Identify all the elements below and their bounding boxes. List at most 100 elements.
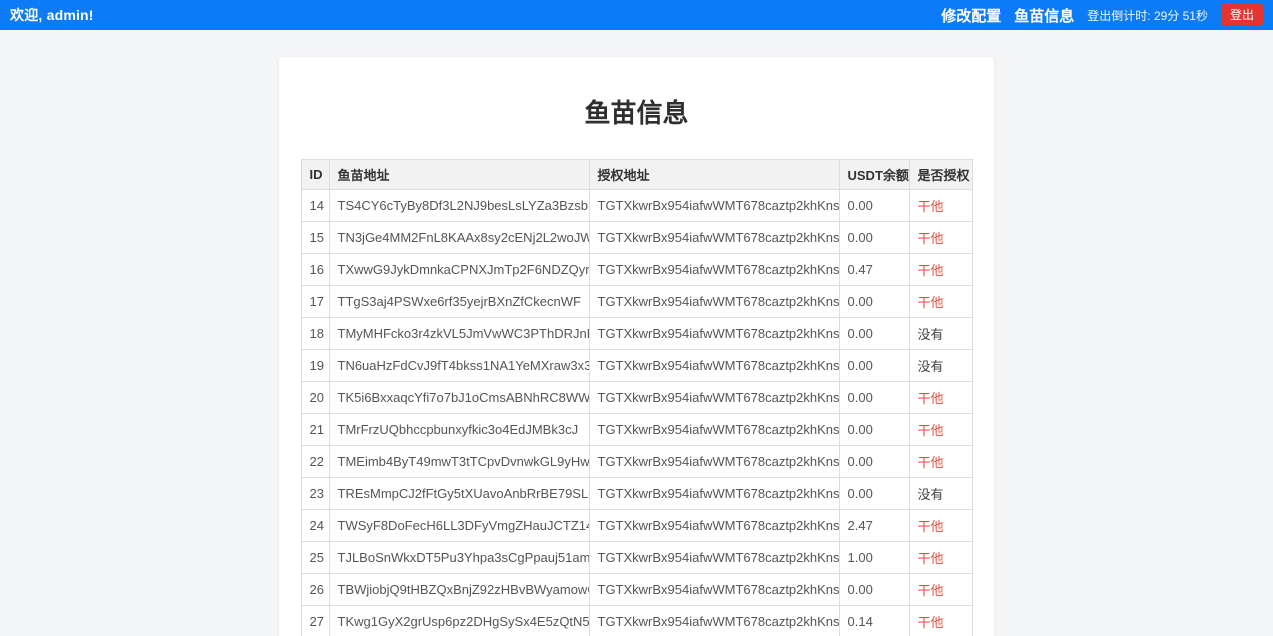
- cell-address: TREsMmpCJ2fFtGy5tXUavoAnbRrBE79SLq: [329, 478, 589, 510]
- table-row: 21 TMrFrzUQbhccpbunxyfkic3o4EdJMBk3cJ TG…: [301, 414, 972, 446]
- cell-auth-address: TGTXkwrBx954iafwWMT678caztp2khKnsM: [589, 478, 839, 510]
- cell-auth-address: TGTXkwrBx954iafwWMT678caztp2khKnsM: [589, 190, 839, 222]
- nav-link-modify-config[interactable]: 修改配置: [941, 5, 1001, 26]
- cell-address: TBWjiobjQ9tHBZQxBnjZ92zHBvBWyamowC: [329, 574, 589, 606]
- cell-id: 26: [301, 574, 329, 606]
- cell-address: TKwg1GyX2grUsp6pz2DHgSySx4E5zQtN51: [329, 606, 589, 636]
- cell-address: TN6uaHzFdCvJ9fT4bkss1NA1YeMXraw3x3: [329, 350, 589, 382]
- cell-address: TN3jGe4MM2FnL8KAAx8sy2cENj2L2woJWS: [329, 222, 589, 254]
- cell-auth-address: TGTXkwrBx954iafwWMT678caztp2khKnsM: [589, 382, 839, 414]
- cell-auth-address: TGTXkwrBx954iafwWMT678caztp2khKnsM: [589, 414, 839, 446]
- cell-auth-address: TGTXkwrBx954iafwWMT678caztp2khKnsM: [589, 606, 839, 636]
- cell-balance: 0.00: [839, 478, 909, 510]
- navbar-right-group: 修改配置 鱼苗信息 登出倒计时: 29分 51秒 登出: [941, 4, 1263, 26]
- table-row: 16 TXwwG9JykDmnkaCPNXJmTp2F6NDZQymsm9 TG…: [301, 254, 972, 286]
- table-row: 15 TN3jGe4MM2FnL8KAAx8sy2cENj2L2woJWS TG…: [301, 222, 972, 254]
- logout-countdown-value: 29分 51秒: [1154, 9, 1208, 23]
- cell-id: 17: [301, 286, 329, 318]
- cell-auth-address: TGTXkwrBx954iafwWMT678caztp2khKnsM: [589, 222, 839, 254]
- cell-address: TS4CY6cTyBy8Df3L2NJ9besLsLYZa3Bzsb: [329, 190, 589, 222]
- cell-id: 21: [301, 414, 329, 446]
- cell-auth-address: TGTXkwrBx954iafwWMT678caztp2khKnsM: [589, 318, 839, 350]
- cell-action: 没有: [909, 350, 972, 382]
- cell-auth-address: TGTXkwrBx954iafwWMT678caztp2khKnsM: [589, 254, 839, 286]
- welcome-text: 欢迎, admin!: [10, 5, 94, 25]
- action-link[interactable]: 干他: [918, 263, 944, 278]
- cell-address: TMyMHFcko3r4zkVL5JmVwWC3PThDRJnDMa: [329, 318, 589, 350]
- top-navbar: 欢迎, admin! 修改配置 鱼苗信息 登出倒计时: 29分 51秒 登出: [0, 0, 1273, 30]
- cell-balance: 0.47: [839, 254, 909, 286]
- table-row: 19 TN6uaHzFdCvJ9fT4bkss1NA1YeMXraw3x3 TG…: [301, 350, 972, 382]
- table-row: 14 TS4CY6cTyBy8Df3L2NJ9besLsLYZa3Bzsb TG…: [301, 190, 972, 222]
- cell-balance: 0.00: [839, 286, 909, 318]
- action-link[interactable]: 干他: [918, 231, 944, 246]
- nav-link-fry-info[interactable]: 鱼苗信息: [1014, 5, 1074, 26]
- cell-action: 干他: [909, 606, 972, 636]
- action-link[interactable]: 干他: [918, 199, 944, 214]
- cell-action: 干他: [909, 222, 972, 254]
- cell-action: 干他: [909, 382, 972, 414]
- cell-action: 干他: [909, 414, 972, 446]
- cell-id: 22: [301, 446, 329, 478]
- table-row: 25 TJLBoSnWkxDT5Pu3Yhpa3sCgPpauj51amf TG…: [301, 542, 972, 574]
- cell-balance: 1.00: [839, 542, 909, 574]
- action-link[interactable]: 干他: [918, 423, 944, 438]
- cell-auth-address: TGTXkwrBx954iafwWMT678caztp2khKnsM: [589, 542, 839, 574]
- cell-id: 15: [301, 222, 329, 254]
- cell-address: TTgS3aj4PSWxe6rf35yejrBXnZfCkecnWF: [329, 286, 589, 318]
- cell-id: 24: [301, 510, 329, 542]
- cell-balance: 0.00: [839, 446, 909, 478]
- cell-id: 20: [301, 382, 329, 414]
- col-header-id: ID: [301, 160, 329, 190]
- logout-countdown-label: 登出倒计时:: [1087, 9, 1150, 23]
- col-header-usdt-balance: USDT余额: [839, 160, 909, 190]
- table-row: 18 TMyMHFcko3r4zkVL5JmVwWC3PThDRJnDMa TG…: [301, 318, 972, 350]
- cell-auth-address: TGTXkwrBx954iafwWMT678caztp2khKnsM: [589, 446, 839, 478]
- col-header-fry-address: 鱼苗地址: [329, 160, 589, 190]
- table-row: 23 TREsMmpCJ2fFtGy5tXUavoAnbRrBE79SLq TG…: [301, 478, 972, 510]
- cell-balance: 0.14: [839, 606, 909, 636]
- cell-action: 干他: [909, 510, 972, 542]
- action-link[interactable]: 干他: [918, 583, 944, 598]
- cell-balance: 2.47: [839, 510, 909, 542]
- cell-action: 干他: [909, 190, 972, 222]
- action-link[interactable]: 干他: [918, 455, 944, 470]
- table-row: 24 TWSyF8DoFecH6LL3DFyVmgZHauJCTZ14GE TG…: [301, 510, 972, 542]
- action-link[interactable]: 干他: [918, 551, 944, 566]
- table-body: 14 TS4CY6cTyBy8Df3L2NJ9besLsLYZa3Bzsb TG…: [301, 190, 972, 636]
- cell-balance: 0.00: [839, 414, 909, 446]
- cell-action: 干他: [909, 446, 972, 478]
- cell-balance: 0.00: [839, 382, 909, 414]
- cell-auth-address: TGTXkwrBx954iafwWMT678caztp2khKnsM: [589, 286, 839, 318]
- action-link[interactable]: 干他: [918, 391, 944, 406]
- cell-balance: 0.00: [839, 350, 909, 382]
- table-row: 27 TKwg1GyX2grUsp6pz2DHgSySx4E5zQtN51 TG…: [301, 606, 972, 636]
- table-row: 26 TBWjiobjQ9tHBZQxBnjZ92zHBvBWyamowC TG…: [301, 574, 972, 606]
- logout-button[interactable]: 登出: [1221, 4, 1263, 26]
- action-link[interactable]: 干他: [918, 519, 944, 534]
- cell-address: TK5i6BxxaqcYfi7o7bJ1oCmsABNhRC8WWj: [329, 382, 589, 414]
- table-header-row: ID 鱼苗地址 授权地址 USDT余额 是否授权: [301, 160, 972, 190]
- col-header-is-authorized: 是否授权: [909, 160, 972, 190]
- cell-balance: 0.00: [839, 318, 909, 350]
- cell-auth-address: TGTXkwrBx954iafwWMT678caztp2khKnsM: [589, 510, 839, 542]
- action-link[interactable]: 干他: [918, 615, 944, 630]
- action-link[interactable]: 干他: [918, 295, 944, 310]
- cell-action: 干他: [909, 574, 972, 606]
- content-card: 鱼苗信息 ID 鱼苗地址 授权地址 USDT余额 是否授权 14 TS4CY6c…: [279, 57, 994, 636]
- cell-id: 18: [301, 318, 329, 350]
- cell-action: 没有: [909, 318, 972, 350]
- action-text: 没有: [918, 327, 944, 342]
- cell-id: 16: [301, 254, 329, 286]
- cell-id: 14: [301, 190, 329, 222]
- cell-address: TMrFrzUQbhccpbunxyfkic3o4EdJMBk3cJ: [329, 414, 589, 446]
- cell-id: 23: [301, 478, 329, 510]
- cell-id: 25: [301, 542, 329, 574]
- fry-info-table: ID 鱼苗地址 授权地址 USDT余额 是否授权 14 TS4CY6cTyBy8…: [301, 159, 973, 636]
- cell-balance: 0.00: [839, 222, 909, 254]
- table-row: 20 TK5i6BxxaqcYfi7o7bJ1oCmsABNhRC8WWj TG…: [301, 382, 972, 414]
- table-row: 17 TTgS3aj4PSWxe6rf35yejrBXnZfCkecnWF TG…: [301, 286, 972, 318]
- cell-action: 没有: [909, 478, 972, 510]
- cell-action: 干他: [909, 542, 972, 574]
- cell-auth-address: TGTXkwrBx954iafwWMT678caztp2khKnsM: [589, 350, 839, 382]
